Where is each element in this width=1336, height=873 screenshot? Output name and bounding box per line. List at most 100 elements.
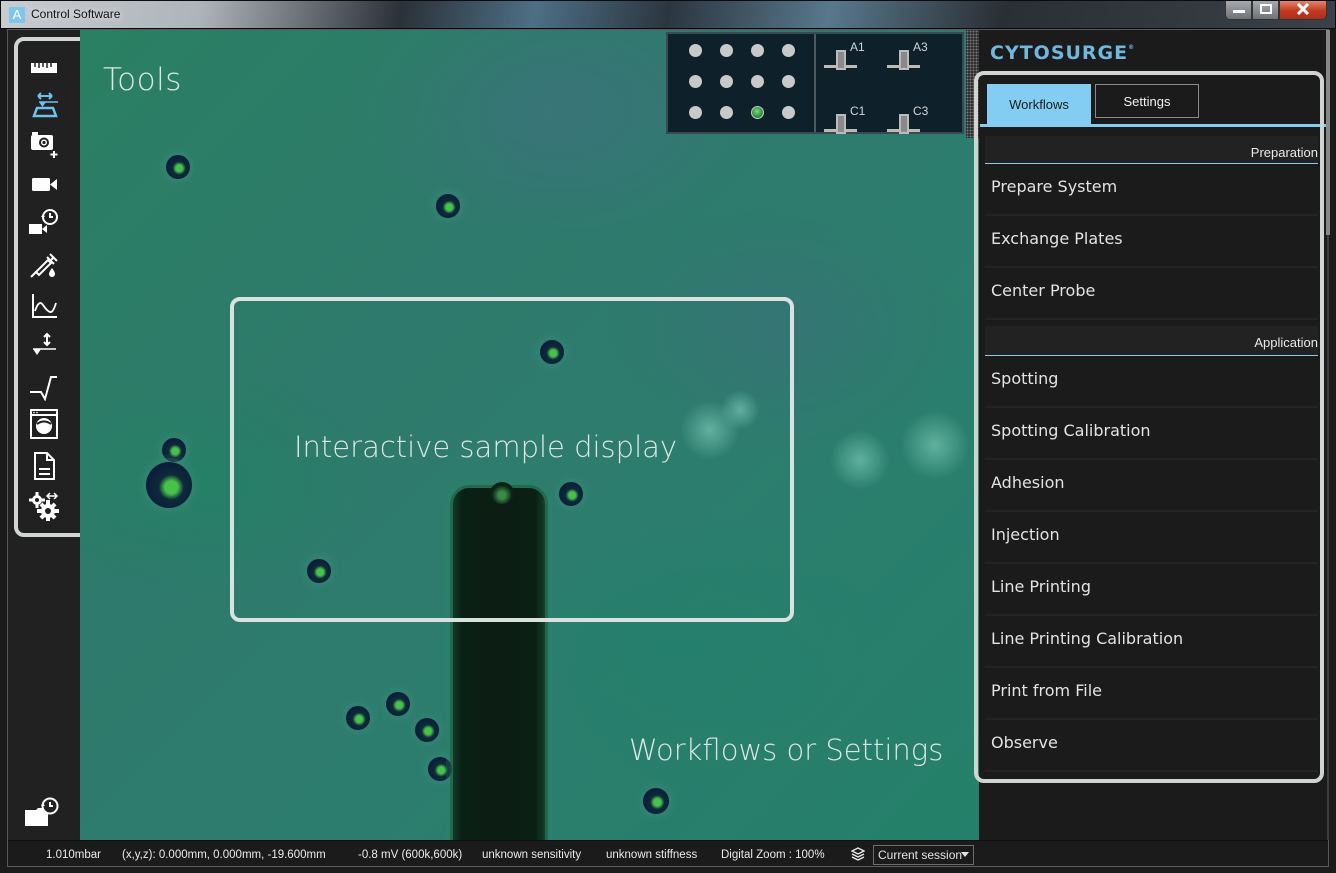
workflow-prepare-system[interactable]: Prepare System [985,166,1318,216]
probe-slot-label: C1 [850,104,866,118]
cell [428,757,452,781]
well-C1[interactable] [689,106,702,119]
maximize-button[interactable] [1252,1,1279,20]
app-icon: A [9,7,25,23]
tool-graph[interactable] [27,290,61,322]
section-header-application: Application [985,326,1318,356]
probe-slot-c1[interactable]: C1 [824,104,884,134]
tool-probe-approach[interactable] [27,88,61,120]
well-B3[interactable] [751,75,764,88]
well-A4[interactable] [782,44,795,57]
well-A3[interactable] [751,44,764,57]
session-history-button[interactable] [22,796,62,830]
cell [162,438,186,462]
tool-settings[interactable] [27,490,61,522]
probe-slot-c3[interactable]: C3 [887,104,947,134]
tab-workflows[interactable]: Workflows [987,84,1091,125]
probe-slot-label: A3 [913,40,928,54]
chevron-down-icon [961,852,969,857]
workflow-observe[interactable]: Observe [985,722,1318,772]
pressure-readout: 1.010mbar [46,849,101,861]
z-axis-icon [33,332,56,355]
maximize-icon [1259,3,1272,17]
cell [166,155,190,179]
workflow-print-from-file[interactable]: Print from File [985,670,1318,720]
sample-viewer[interactable]: Tools Interactive sample display Workflo… [80,30,979,840]
tool-ruler[interactable] [27,52,61,84]
camera-add-icon [31,132,58,158]
tool-signal[interactable] [27,370,61,402]
probe-slot-a3[interactable]: A3 [887,40,947,70]
folder-history-icon [25,797,59,826]
window-controls [1225,1,1327,21]
video-history-icon [29,209,58,234]
well-B2[interactable] [720,75,733,88]
well-B1[interactable] [689,75,702,88]
close-button[interactable] [1279,1,1327,20]
tools-annotation: Tools [103,62,182,98]
probe-approach-icon [32,92,58,118]
well-C3[interactable] [751,106,764,119]
chart-line-icon [32,294,57,318]
workflows-annotation: Workflows or Settings [629,733,944,767]
tab-underline [980,124,1328,127]
session-dropdown-value: Current session [878,848,963,862]
probe-slot-a1[interactable]: A1 [824,40,884,70]
brand-logo: CYTOSURGE® [990,42,1135,64]
plate-navigator: A1 A3 C1 C3 [666,32,964,134]
minimize-button[interactable] [1225,1,1252,20]
workflow-adhesion[interactable]: Adhesion [985,462,1318,512]
status-bar: 1.010mbar (x,y,z): 0.000mm, 0.000mm, -19… [8,840,1328,867]
well-grid [668,34,816,132]
workflow-spotting-calibration[interactable]: Spotting Calibration [985,410,1318,460]
panel-tabs: Workflows Settings [987,84,1199,125]
cell [415,718,439,742]
session-dropdown[interactable]: Current session [873,845,974,865]
section-header-preparation: Preparation [985,136,1318,164]
close-icon [1296,2,1310,18]
tool-dispense[interactable] [27,248,61,280]
tool-z-move[interactable] [27,330,61,362]
workflow-exchange-plates[interactable]: Exchange Plates [985,218,1318,268]
probe-slot-label: C3 [913,104,929,118]
well-C4[interactable] [782,106,795,119]
well-A1[interactable] [689,44,702,57]
blurred-cell [900,410,970,480]
camera-window-icon [30,409,58,439]
document-icon [34,452,55,480]
blurred-cell [830,430,890,490]
tool-log[interactable] [27,450,61,482]
stiffness-readout: unknown stiffness [606,849,698,861]
brand-mark: ® [1128,44,1136,51]
title-bar: A Control Software [0,0,1336,29]
panel-resize-grip[interactable] [966,30,979,138]
tool-snapshot[interactable] [27,128,61,160]
well-C2[interactable] [720,106,733,119]
panel-scrollbar-thumb[interactable] [1326,30,1330,235]
cell [346,706,370,730]
workflow-injection[interactable]: Injection [985,514,1318,564]
digital-zoom-readout: Digital Zoom : 100% [721,849,825,861]
tool-record-video[interactable] [27,168,61,200]
position-readout: (x,y,z): 0.000mm, 0.000mm, -19.600mm [122,849,326,861]
workflow-spotting[interactable]: Spotting [985,358,1318,408]
workflow-center-probe[interactable]: Center Probe [985,270,1318,320]
probe-slot-label: A1 [850,40,865,54]
workflow-line-printing-calibration[interactable]: Line Printing Calibration [985,618,1318,668]
workflow-line-printing[interactable]: Line Printing [985,566,1318,616]
layers-icon[interactable] [850,846,866,865]
video-camera-icon [32,178,57,191]
tool-timelapse[interactable] [27,206,61,238]
well-A2[interactable] [720,44,733,57]
brand-name: CYTOSURGE [990,42,1129,64]
voltage-readout: -0.8 mV (600k,600k) [358,849,463,861]
tab-settings[interactable]: Settings [1095,84,1199,118]
minimize-icon [1232,4,1245,17]
cell [386,692,410,716]
gears-icon [29,492,59,521]
tool-camera-window[interactable] [27,408,61,440]
well-B4[interactable] [782,75,795,88]
sensitivity-readout: unknown sensitivity [482,849,582,861]
signal-step-icon [30,376,57,401]
cell [643,788,669,814]
